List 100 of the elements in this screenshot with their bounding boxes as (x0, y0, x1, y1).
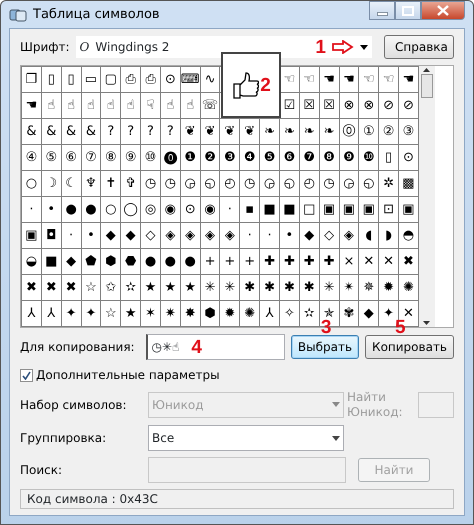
character-cell[interactable]: ⊡ (379, 197, 400, 224)
character-cell[interactable]: ◈ (340, 223, 360, 250)
character-cell[interactable]: ◷ (240, 171, 260, 198)
character-cell[interactable]: ✺ (240, 301, 260, 328)
character-cell[interactable]: ✱ (300, 275, 320, 302)
character-cell[interactable]: ① (359, 119, 380, 146)
character-cell[interactable]: ○ (22, 171, 42, 198)
character-cell[interactable]: ✦ (62, 301, 82, 328)
character-cell[interactable]: ☚ (22, 93, 42, 120)
character-cell[interactable]: ○ (101, 197, 122, 224)
character-cell[interactable]: ☝ (180, 93, 201, 120)
character-cell[interactable]: ⊗ (359, 93, 380, 120)
character-cell[interactable]: ◷ (141, 171, 161, 198)
character-cell[interactable]: ⬣ (121, 249, 142, 276)
character-cell[interactable]: ◆ (101, 223, 122, 250)
character-cell[interactable]: ■ (260, 197, 280, 224)
font-dropdown[interactable]: O Wingdings 2 1 (76, 36, 372, 58)
character-cell[interactable]: ✦ (82, 301, 102, 328)
character-cell[interactable]: ✹ (379, 275, 400, 302)
character-cell[interactable]: ✖ (42, 275, 62, 302)
character-cell[interactable]: ■ (42, 249, 62, 276)
character-cell[interactable]: ⬢ (200, 301, 220, 328)
character-cell[interactable]: ⑨ (121, 145, 142, 172)
character-cell[interactable]: ❦ (240, 119, 260, 146)
character-cell[interactable]: ❸ (220, 145, 240, 172)
character-cell[interactable]: ☆ (82, 275, 102, 302)
character-cell[interactable]: ✱ (260, 275, 280, 302)
character-cell[interactable]: ⊙ (160, 67, 181, 94)
character-cell[interactable]: ◶ (260, 171, 280, 198)
character-cell[interactable]: ❼ (300, 145, 320, 172)
character-cell[interactable]: □ (300, 197, 320, 224)
character-cell[interactable]: ⅄ (42, 301, 62, 328)
character-cell[interactable]: ✖ (22, 275, 42, 302)
character-cell[interactable]: · (22, 197, 42, 224)
character-cell[interactable]: ✚ (320, 249, 340, 276)
character-cell[interactable]: • (82, 223, 102, 250)
character-cell[interactable]: ❷ (200, 145, 220, 172)
character-cell[interactable]: ☾ (62, 171, 82, 198)
character-cell[interactable]: ✴ (340, 275, 360, 302)
scrollbar[interactable] (418, 66, 435, 328)
character-cell[interactable]: ● (180, 249, 201, 276)
character-cell[interactable]: · (240, 223, 260, 250)
character-cell[interactable]: ◴ (300, 171, 320, 198)
character-cell[interactable]: ■ (280, 197, 300, 224)
character-cell[interactable]: ? (141, 119, 161, 146)
character-cell[interactable]: ✶ (141, 301, 161, 328)
character-cell[interactable]: • (280, 223, 300, 250)
character-cell[interactable]: ✧ (280, 301, 300, 328)
character-cell[interactable]: ❧ (280, 119, 300, 146)
character-cell[interactable]: ▯ (42, 67, 62, 94)
character-cell[interactable]: ▣ (320, 197, 340, 224)
character-cell[interactable]: • (42, 197, 62, 224)
character-cell[interactable]: ④ (22, 145, 42, 172)
character-cell[interactable]: ✕ (379, 249, 400, 276)
character-cell[interactable]: ☚ (320, 67, 340, 94)
character-cell[interactable]: ✫ (121, 275, 142, 302)
character-cell[interactable]: ? (160, 119, 181, 146)
character-cell[interactable]: ◉ (200, 197, 220, 224)
character-cell[interactable]: ⅄ (22, 301, 42, 328)
character-cell[interactable]: ✷ (160, 301, 181, 328)
character-cell[interactable]: ◆ (359, 301, 380, 328)
character-cell[interactable]: ✳ (220, 275, 240, 302)
character-cell[interactable]: ✝ (101, 171, 122, 198)
character-cell[interactable]: ❿ (359, 145, 380, 172)
character-cell[interactable]: & (62, 119, 82, 146)
character-cell[interactable]: ★ (141, 275, 161, 302)
character-cell[interactable]: ◆ (121, 223, 142, 250)
close-button[interactable] (421, 1, 465, 20)
character-cell[interactable]: ● (141, 249, 161, 276)
character-cell[interactable]: ● (82, 197, 102, 224)
character-cell[interactable]: ▪ (240, 197, 260, 224)
character-cell[interactable]: ▯ (379, 145, 400, 172)
character-cell[interactable]: ◆ (300, 223, 320, 250)
character-cell[interactable]: ☆ (101, 301, 122, 328)
character-cell[interactable]: ▣ (22, 223, 42, 250)
character-cell[interactable]: ★ (121, 301, 142, 328)
grouping-dropdown[interactable]: Все (148, 425, 344, 451)
character-cell[interactable]: ◎ (141, 197, 161, 224)
character-cell[interactable]: + (200, 249, 220, 276)
character-cell[interactable]: ✫ (300, 301, 320, 328)
character-cell[interactable]: ◉ (160, 197, 181, 224)
checkbox[interactable] (20, 368, 33, 382)
character-cell[interactable]: ◖ (359, 223, 380, 250)
character-cell[interactable]: ❾ (340, 145, 360, 172)
character-cell[interactable]: ✾ (340, 301, 360, 328)
character-cell[interactable]: · (260, 223, 280, 250)
character-cell[interactable]: & (22, 119, 42, 146)
character-cell[interactable]: ❦ (200, 119, 220, 146)
character-cell[interactable]: ★ (160, 275, 181, 302)
character-cell[interactable]: × (340, 249, 360, 276)
character-cell[interactable]: ❺ (260, 145, 280, 172)
character-cell[interactable]: ❐ (22, 67, 42, 94)
character-cell[interactable]: ✱ (240, 275, 260, 302)
character-cell[interactable]: ✸ (180, 301, 201, 328)
character-cell[interactable]: ☝ (82, 93, 102, 120)
character-cell[interactable]: ◵ (280, 171, 300, 198)
character-cell[interactable]: ◴ (220, 171, 240, 198)
character-cell[interactable]: & (82, 119, 102, 146)
character-cell[interactable]: ☏ (200, 93, 220, 120)
character-cell[interactable]: ? (121, 119, 142, 146)
